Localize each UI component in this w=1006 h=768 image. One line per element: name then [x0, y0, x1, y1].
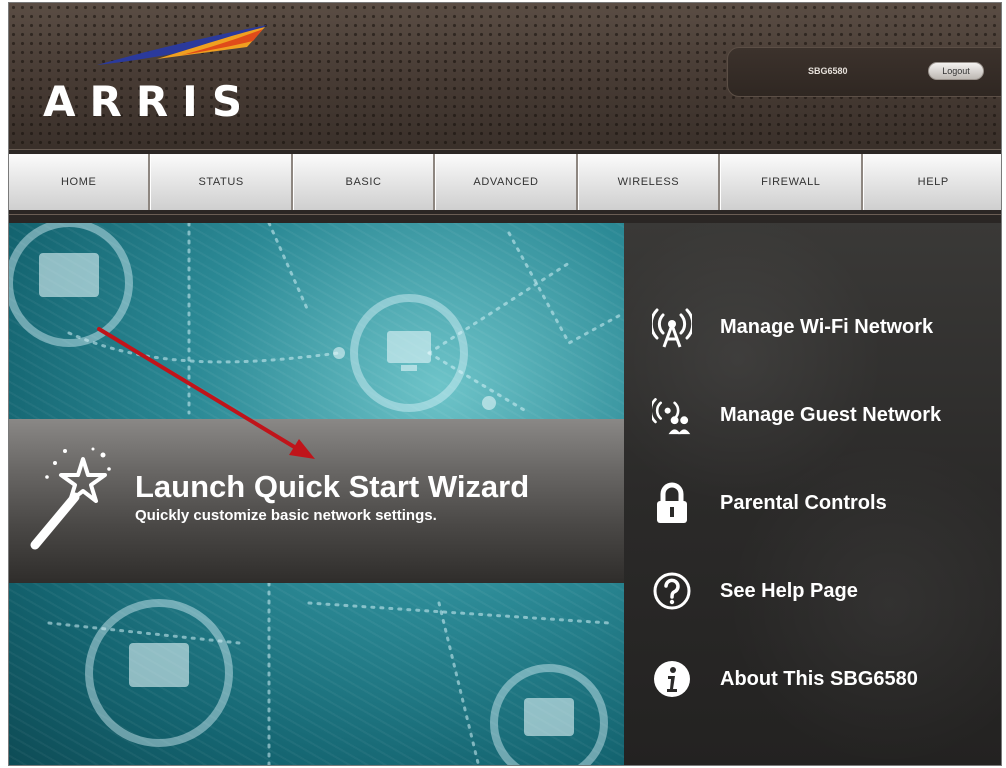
- nav-firewall[interactable]: FIREWALL: [720, 154, 863, 210]
- username-label: SBG6580: [808, 66, 848, 76]
- wifi-tower-icon: [652, 305, 692, 349]
- see-help-page-label: See Help Page: [720, 579, 858, 602]
- nav-basic[interactable]: BASIC: [292, 154, 436, 210]
- logo-text: ARRIS: [43, 77, 257, 126]
- manage-wifi-network-link[interactable]: Manage Wi-Fi Network: [624, 297, 1001, 357]
- logo-swoosh-icon: [97, 25, 267, 65]
- main-nav: HOME STATUS BASIC ADVANCED WIRELESS FIRE…: [9, 149, 1001, 215]
- manage-guest-network-label: Manage Guest Network: [720, 403, 942, 426]
- header: ARRIS SBG6580 Logout: [9, 3, 1001, 149]
- nav-home[interactable]: HOME: [9, 154, 151, 210]
- nav-help[interactable]: HELP: [862, 154, 1001, 210]
- arris-logo: ARRIS: [25, 21, 295, 126]
- info-icon: [652, 657, 692, 701]
- help-icon: [652, 569, 692, 613]
- lock-icon: [652, 481, 692, 525]
- nav-wireless[interactable]: WIRELESS: [577, 154, 721, 210]
- user-panel: SBG6580 Logout: [727, 47, 1001, 97]
- wizard-subtitle: Quickly customize basic network settings…: [135, 507, 437, 524]
- about-device-link[interactable]: About This SBG6580: [624, 649, 1001, 709]
- parental-controls-label: Parental Controls: [720, 491, 887, 514]
- manage-guest-network-link[interactable]: Manage Guest Network: [624, 385, 1001, 445]
- about-device-label: About This SBG6580: [720, 667, 918, 690]
- main-content: Launch Quick Start Wizard Quickly custom…: [9, 217, 1001, 765]
- nav-status[interactable]: STATUS: [150, 154, 293, 210]
- router-admin-page: ARRIS SBG6580 Logout HOME STATUS BASIC A…: [8, 2, 1002, 766]
- logout-button[interactable]: Logout: [928, 62, 984, 80]
- nav-advanced[interactable]: ADVANCED: [435, 154, 578, 210]
- wizard-title: Launch Quick Start Wizard: [135, 469, 530, 504]
- manage-wifi-network-label: Manage Wi-Fi Network: [720, 315, 934, 338]
- magic-wand-icon: [30, 447, 111, 550]
- quick-start-wizard-banner[interactable]: Launch Quick Start Wizard Quickly custom…: [9, 419, 624, 583]
- guest-network-icon: [652, 393, 692, 437]
- hero-banner: Launch Quick Start Wizard Quickly custom…: [9, 223, 624, 765]
- quick-links-panel: Manage Wi-Fi Network Manage Guest Networ…: [624, 223, 1001, 765]
- parental-controls-link[interactable]: Parental Controls: [624, 473, 1001, 533]
- see-help-page-link[interactable]: See Help Page: [624, 561, 1001, 621]
